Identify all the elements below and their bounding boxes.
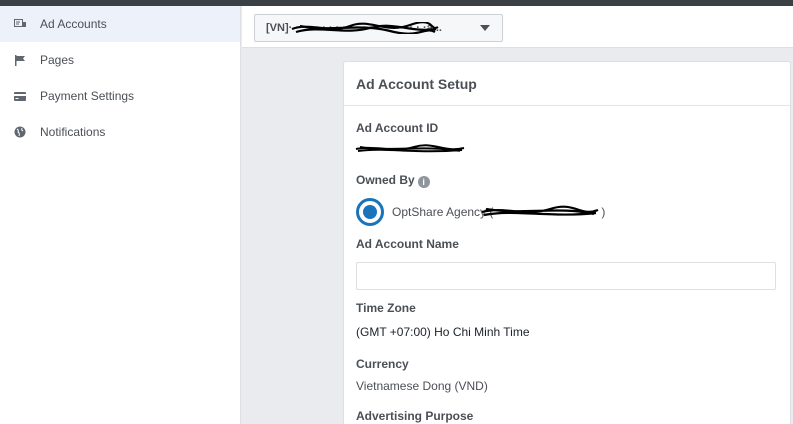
ad-accounts-icon bbox=[13, 17, 27, 31]
account-bar: [VN]· · · · · · · · · · · · · · · · · · … bbox=[242, 6, 793, 48]
main-area: [VN]· · · · · · · · · · · · · · · · · · … bbox=[242, 6, 793, 424]
card-header: Ad Account Setup bbox=[344, 62, 790, 106]
sidebar-item-label: Pages bbox=[40, 53, 75, 67]
ad-account-name-label: Ad Account Name bbox=[356, 237, 459, 251]
sidebar-item-ad-accounts[interactable]: Ad Accounts bbox=[0, 6, 240, 42]
caret-down-icon bbox=[480, 25, 490, 31]
card-title: Ad Account Setup bbox=[356, 75, 477, 92]
sidebar-item-notifications[interactable]: Notifications bbox=[0, 114, 240, 150]
info-icon[interactable]: i bbox=[417, 176, 430, 188]
time-zone-label: Time Zone bbox=[356, 301, 416, 315]
ad-account-id-label: Ad Account ID bbox=[356, 121, 439, 135]
credit-card-icon bbox=[13, 89, 27, 103]
flag-icon bbox=[13, 53, 27, 67]
sidebar-item-payment-settings[interactable]: Payment Settings bbox=[0, 78, 240, 114]
sidebar-item-label: Ad Accounts bbox=[40, 17, 107, 31]
owner-row: OptShare Agency () bbox=[356, 198, 605, 226]
owned-by-text: Owned By bbox=[356, 173, 415, 187]
selector-prefix: [VN] bbox=[266, 22, 289, 34]
globe-icon bbox=[13, 125, 27, 139]
owner-avatar bbox=[356, 198, 384, 226]
owner-name-text: OptShare Agency ( bbox=[392, 205, 494, 219]
ad-account-id-redaction bbox=[355, 144, 465, 153]
owned-by-label: Owned By i bbox=[356, 173, 430, 188]
ad-account-selector-text: [VN]· · · · · · · · · · · · · · · · · · … bbox=[266, 22, 472, 34]
owner-suffix: ) bbox=[601, 205, 606, 219]
selector-trailing: a... bbox=[426, 22, 442, 34]
owner-name: OptShare Agency () bbox=[392, 205, 605, 219]
currency-label: Currency bbox=[356, 357, 409, 371]
ad-account-name-input[interactable] bbox=[356, 262, 776, 290]
advertising-purpose-label: Advertising Purpose bbox=[356, 409, 474, 423]
currency-value: Vietnamese Dong (VND) bbox=[356, 379, 488, 393]
sidebar: Ad Accounts Pages Payment Settings Notif… bbox=[0, 6, 241, 424]
time-zone-value: (GMT +07:00) Ho Chi Minh Time bbox=[356, 325, 530, 339]
ad-account-setup-card: Ad Account Setup Ad Account ID Owned By i… bbox=[343, 61, 791, 424]
ad-account-selector[interactable]: [VN]· · · · · · · · · · · · · · · · · · … bbox=[254, 14, 503, 42]
sidebar-item-label: Payment Settings bbox=[40, 89, 135, 103]
sidebar-item-label: Notifications bbox=[40, 125, 106, 139]
sidebar-item-pages[interactable]: Pages bbox=[0, 42, 240, 78]
